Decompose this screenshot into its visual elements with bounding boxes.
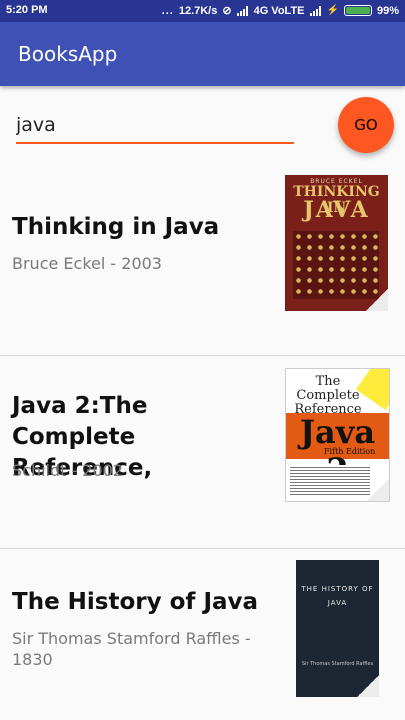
cover-text-lines	[290, 465, 370, 495]
app-bar: BooksApp	[0, 22, 405, 86]
cover-title: THE HISTORY OF JAVA	[301, 585, 374, 607]
cover-title-line1: The Complete Reference	[294, 374, 362, 417]
book-cover-image: The Complete Reference Java 2 Fifth Edit…	[285, 368, 390, 502]
status-bar: 5:20 PM ... 12.7K/s ⊘ 4G VoLTE ⚡ 99%	[0, 0, 405, 22]
search-input[interactable]	[16, 108, 294, 144]
cover-title-line2: JAVA	[303, 197, 370, 223]
go-button[interactable]: GO	[338, 97, 394, 153]
page-curl-icon	[366, 289, 388, 311]
book-cover-image: THE HISTORY OF JAVA Sir Thomas Stamford …	[296, 560, 379, 697]
cover-edition: Fifth Edition	[324, 447, 376, 456]
battery-level: 99%	[376, 4, 399, 17]
app-title: BooksApp	[18, 42, 118, 66]
book-meta: Bruce Eckel - 2003	[12, 254, 162, 273]
network-type: 4G VoLTE	[253, 4, 305, 17]
signal-2-icon	[309, 5, 322, 16]
book-cover-image: BRUCE ECKEL THINKING IN JAVA	[285, 175, 388, 311]
status-time: 5:20 PM	[6, 4, 48, 16]
book-title: Thinking in Java	[12, 214, 220, 240]
status-icons: ... 12.7K/s ⊘ 4G VoLTE ⚡ 99%	[161, 4, 399, 18]
notification-dots: ...	[161, 4, 174, 17]
book-title: The History of Java	[12, 589, 259, 615]
book-meta: Schildt - 2002	[12, 461, 124, 480]
battery-icon	[343, 5, 372, 16]
page-curl-icon	[367, 479, 389, 501]
alarm-off-icon: ⊘	[222, 5, 232, 17]
signal-1-icon	[236, 5, 249, 16]
charging-icon: ⚡	[326, 5, 339, 16]
network-speed: 12.7K/s	[178, 4, 218, 17]
book-meta: Sir Thomas Stamford Raffles - 1830	[12, 629, 251, 669]
page-curl-icon	[357, 675, 379, 697]
cover-author: Sir Thomas Stamford Raffles	[301, 661, 374, 667]
